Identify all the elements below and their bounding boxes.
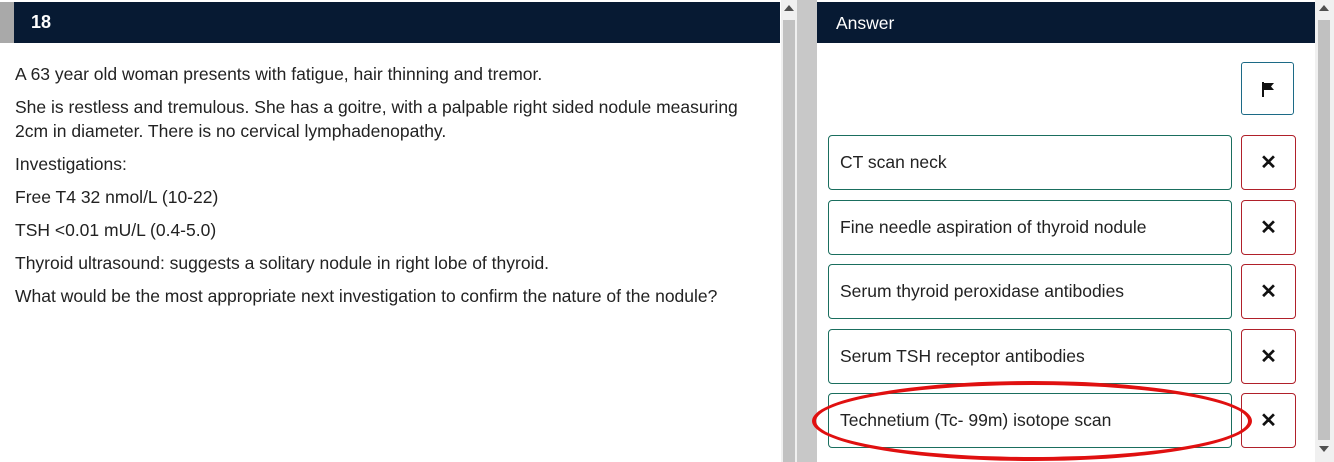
answer-option[interactable]: Serum thyroid peroxidase antibodies <box>828 264 1232 319</box>
question-header: 18 <box>0 2 780 43</box>
scroll-up-arrow-icon[interactable] <box>1319 5 1329 11</box>
answer-option-label: CT scan neck <box>840 152 947 172</box>
question-panel: 18 A 63 year old woman presents with fat… <box>0 0 780 462</box>
close-icon: ✕ <box>1260 281 1277 303</box>
answer-option[interactable]: CT scan neck <box>828 135 1232 190</box>
answer-option[interactable]: Serum TSH receptor antibodies <box>828 329 1232 384</box>
flag-icon <box>1262 82 1274 97</box>
scroll-down-arrow-icon[interactable] <box>1319 446 1329 452</box>
panel-divider <box>797 0 817 462</box>
strike-option-button[interactable]: ✕ <box>1241 329 1296 384</box>
question-scrollbar[interactable] <box>781 0 797 462</box>
answer-option-label: Serum TSH receptor antibodies <box>840 346 1085 366</box>
question-paragraph: Investigations: <box>15 154 127 174</box>
answer-header: Answer <box>817 2 1315 43</box>
close-icon: ✕ <box>1260 217 1277 239</box>
answer-scrollbar[interactable] <box>1315 0 1334 462</box>
question-number: 18 <box>31 12 52 32</box>
question-paragraph: What would be the most appropriate next … <box>15 286 718 306</box>
app-root: 18 A 63 year old woman presents with fat… <box>0 0 1334 462</box>
scrollbar-thumb[interactable] <box>783 20 795 462</box>
answer-option[interactable]: Technetium (Tc- 99m) isotope scan <box>828 393 1232 448</box>
question-paragraph: Free T4 32 nmol/L (10-22) <box>15 187 219 207</box>
answer-option[interactable]: Fine needle aspiration of thyroid nodule <box>828 200 1232 255</box>
flag-button[interactable] <box>1241 62 1294 115</box>
close-icon: ✕ <box>1260 152 1277 174</box>
close-icon: ✕ <box>1260 410 1277 432</box>
answer-title: Answer <box>836 13 895 33</box>
question-paragraph: A 63 year old woman presents with fatigu… <box>15 64 543 84</box>
question-paragraph: Thyroid ultrasound: suggests a solitary … <box>15 253 550 273</box>
strike-option-button[interactable]: ✕ <box>1241 264 1296 319</box>
close-icon: ✕ <box>1260 346 1277 368</box>
answer-option-label: Fine needle aspiration of thyroid nodule <box>840 217 1147 237</box>
question-paragraph: TSH <0.01 mU/L (0.4-5.0) <box>15 220 217 240</box>
scrollbar-thumb[interactable] <box>1318 20 1330 440</box>
strike-option-button[interactable]: ✕ <box>1241 200 1296 255</box>
strike-option-button[interactable]: ✕ <box>1241 393 1296 448</box>
answer-option-label: Technetium (Tc- 99m) isotope scan <box>840 410 1112 430</box>
strike-option-button[interactable]: ✕ <box>1241 135 1296 190</box>
question-text: A 63 year old woman presents with fatigu… <box>15 62 755 317</box>
question-paragraph: She is restless and tremulous. She has a… <box>15 97 738 141</box>
answer-panel: Answer CT scan neck ✕ Fine needle aspira… <box>817 0 1315 462</box>
answer-option-label: Serum thyroid peroxidase antibodies <box>840 281 1125 301</box>
header-accent-bar <box>0 2 14 43</box>
scroll-up-arrow-icon[interactable] <box>784 5 794 11</box>
